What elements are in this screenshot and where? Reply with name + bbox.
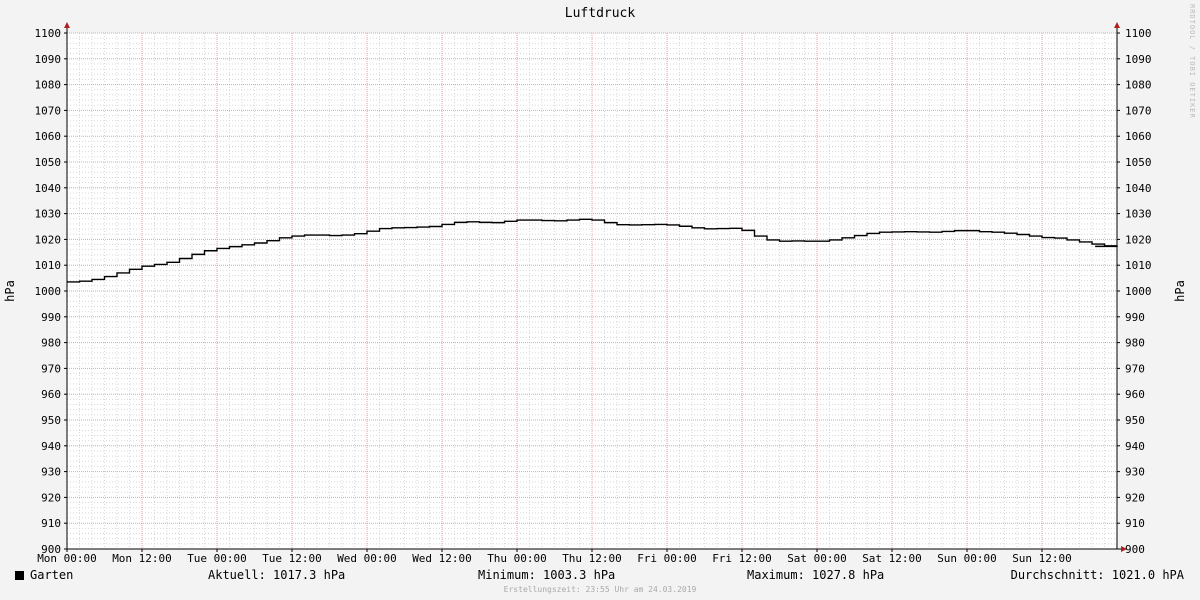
y-axis-arrow-right [1114,22,1120,28]
y-tick-label-left: 1040 [35,182,62,195]
x-tick-label: Sun 00:00 [937,552,997,565]
y-tick-label-left: 1020 [35,233,62,246]
y-tick-label-right: 930 [1125,466,1145,479]
y-tick-label-right: 1010 [1125,259,1152,272]
y-tick-label-right: 960 [1125,388,1145,401]
y-tick-label-left: 1010 [35,259,62,272]
x-tick-label: Thu 00:00 [487,552,547,565]
x-tick-label: Fri 00:00 [637,552,697,565]
y-tick-label-right: 1090 [1125,53,1152,66]
y-tick-label-left: 970 [41,362,61,375]
y-tick-label-right: 980 [1125,337,1145,350]
x-tick-label: Tue 00:00 [187,552,247,565]
y-tick-label-left: 1050 [35,156,62,169]
y-tick-label-left: 1030 [35,208,62,221]
y-tick-label-right: 1060 [1125,130,1152,143]
y-tick-label-left: 990 [41,311,61,324]
y-tick-label-left: 920 [41,491,61,504]
y-tick-label-right: 990 [1125,311,1145,324]
y-tick-label-right: 1020 [1125,233,1152,246]
legend-aktuell: Aktuell: 1017.3 hPa [208,568,346,582]
y-tick-label-right: 1040 [1125,182,1152,195]
x-tick-label: Sat 12:00 [862,552,922,565]
y-tick-label-left: 1100 [35,27,62,40]
y-tick-label-left: 910 [41,517,61,530]
y-tick-label-left: 950 [41,414,61,427]
legend-series: Garten [15,568,73,584]
y-axis-arrow-left [64,22,70,28]
x-tick-label: Sat 00:00 [787,552,847,565]
y-tick-label-left: 960 [41,388,61,401]
legend-minimum: Minimum: 1003.3 hPa [478,568,616,582]
y-tick-label-left: 940 [41,440,61,453]
y-axis-label-left: hPa [3,280,17,302]
y-tick-label-left: 1090 [35,53,62,66]
y-tick-label-right: 1100 [1125,27,1152,40]
y-tick-label-right: 1080 [1125,79,1152,92]
y-tick-label-right: 1050 [1125,156,1152,169]
legend-swatch [15,571,24,580]
y-tick-label-left: 930 [41,466,61,479]
x-tick-label: Mon 00:00 [37,552,97,565]
y-tick-label-left: 1000 [35,285,62,298]
y-tick-label-left: 1080 [35,79,62,92]
y-tick-label-left: 980 [41,337,61,350]
y-axis-label-right: hPa [1173,280,1187,302]
y-tick-label-left: 1070 [35,104,62,117]
x-tick-label: Sun 12:00 [1012,552,1072,565]
x-tick-label: Mon 12:00 [112,552,172,565]
x-tick-label: Tue 12:00 [262,552,322,565]
y-tick-label-right: 1070 [1125,104,1152,117]
y-tick-label-right: 920 [1125,491,1145,504]
chart-window: Luftdruck RRDTOOL / TOBI OETIKER 900 900 9… [0,0,1200,600]
legend-maximum: Maximum: 1027.8 hPa [747,568,885,582]
y-tick-label-right: 950 [1125,414,1145,427]
chart-svg: 900 900910 910920 920930 930940 940950 950960 9… [3,22,1187,565]
y-tick-label-right: 940 [1125,440,1145,453]
y-tick-label-right: 1000 [1125,285,1152,298]
y-tick-label-right: 910 [1125,517,1145,530]
legend-series-label: Garten [30,568,74,582]
legend-durchschnitt: Durchschnitt: 1021.0 hPA [1010,568,1184,582]
x-tick-label: Fri 12:00 [712,552,772,565]
creation-time: Erstellungszeit: 23:55 Uhr am 24.03.2019 [503,585,697,594]
y-tick-label-right: 970 [1125,362,1145,375]
x-tick-label: Thu 12:00 [562,552,622,565]
x-tick-label: Wed 00:00 [337,552,397,565]
y-tick-label-left: 1060 [35,130,62,143]
y-tick-label-right: 900 [1125,543,1145,556]
y-tick-label-right: 1030 [1125,208,1152,221]
x-tick-label: Wed 12:00 [412,552,472,565]
